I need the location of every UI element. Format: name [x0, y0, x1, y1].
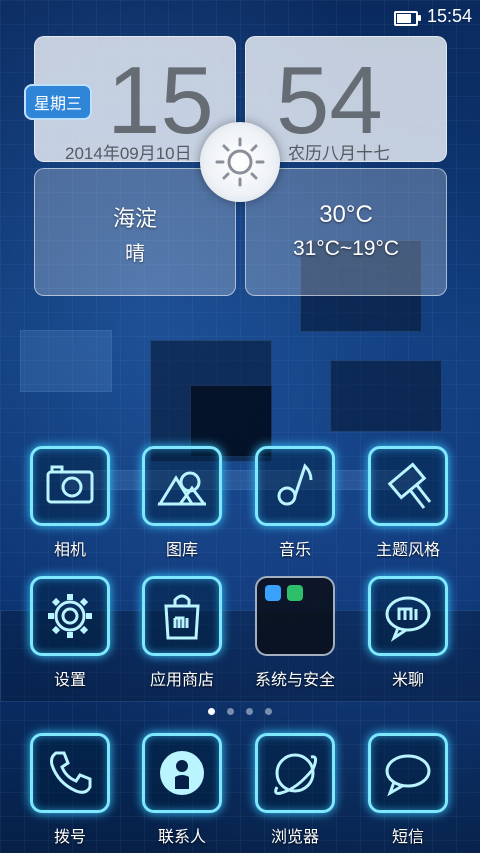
- dock-browser[interactable]: 浏览器: [240, 733, 350, 847]
- dock-contacts[interactable]: 联系人: [127, 733, 237, 847]
- app-label: 浏览器: [270, 827, 319, 846]
- app-camera[interactable]: 相机: [15, 446, 125, 560]
- shopping-bag-icon: [164, 594, 200, 640]
- weather-button[interactable]: [200, 122, 280, 202]
- widget-lunar-date: 农历八月十七: [288, 144, 390, 163]
- app-label: 联系人: [157, 827, 206, 846]
- folder-system-security[interactable]: 系统与安全: [240, 576, 350, 690]
- app-gallery[interactable]: 图库: [127, 446, 237, 560]
- app-label: 应用商店: [149, 670, 214, 689]
- dock-phone[interactable]: 拨号: [15, 733, 125, 847]
- page-dot: [227, 708, 234, 715]
- gear-icon: [48, 594, 92, 638]
- page-dot: [265, 708, 272, 715]
- weather-location: 海淀: [112, 207, 157, 232]
- app-settings[interactable]: 设置: [15, 576, 125, 690]
- widget-hour: 15: [107, 47, 214, 154]
- sun-icon: [215, 137, 265, 187]
- app-label: 图库: [165, 540, 198, 559]
- camera-icon: [46, 465, 94, 504]
- page-dot: [208, 708, 215, 715]
- app-michat[interactable]: 米聊: [353, 576, 463, 690]
- app-themes[interactable]: 主题风格: [353, 446, 463, 560]
- folder-icon: [255, 576, 335, 656]
- cloud-icon: [265, 585, 281, 601]
- phone-icon: [50, 751, 92, 794]
- app-label: 短信: [391, 827, 424, 846]
- app-label: 米聊: [391, 670, 424, 689]
- paint-roller-icon: [387, 462, 432, 509]
- status-bar: 15:54: [0, 0, 480, 36]
- weather-temperature: 30°C: [319, 201, 373, 228]
- widget-minute: 54: [276, 47, 383, 154]
- app-label: 音乐: [278, 540, 311, 559]
- app-music[interactable]: 音乐: [240, 446, 350, 560]
- shield-icon: [287, 585, 303, 601]
- app-label: 拨号: [53, 827, 86, 846]
- app-label: 主题风格: [375, 540, 440, 559]
- app-store[interactable]: 应用商店: [127, 576, 237, 690]
- weather-condition: 晴: [125, 241, 145, 265]
- weekday-badge: 星期三: [24, 84, 93, 120]
- page-indicator: [0, 700, 480, 719]
- message-bubble-icon: [385, 754, 431, 797]
- status-clock: 15:54: [426, 6, 472, 26]
- app-label: 设置: [53, 670, 86, 689]
- contact-icon: [160, 751, 204, 795]
- app-label: 系统与安全: [254, 670, 335, 689]
- weather-temp-range: 31°C~19°C: [292, 237, 400, 260]
- gallery-icon: [157, 471, 206, 506]
- battery-icon: [394, 11, 421, 26]
- page-dot: [246, 708, 253, 715]
- wallpaper-block: [330, 360, 442, 432]
- music-note-icon: [277, 463, 313, 506]
- dock-messages[interactable]: 短信: [353, 733, 463, 847]
- chat-mi-icon: [385, 596, 431, 642]
- wallpaper-block: [20, 330, 112, 392]
- browser-planet-icon: [274, 753, 318, 795]
- app-label: 相机: [53, 540, 86, 559]
- widget-date: 2014年09月10日: [65, 144, 192, 163]
